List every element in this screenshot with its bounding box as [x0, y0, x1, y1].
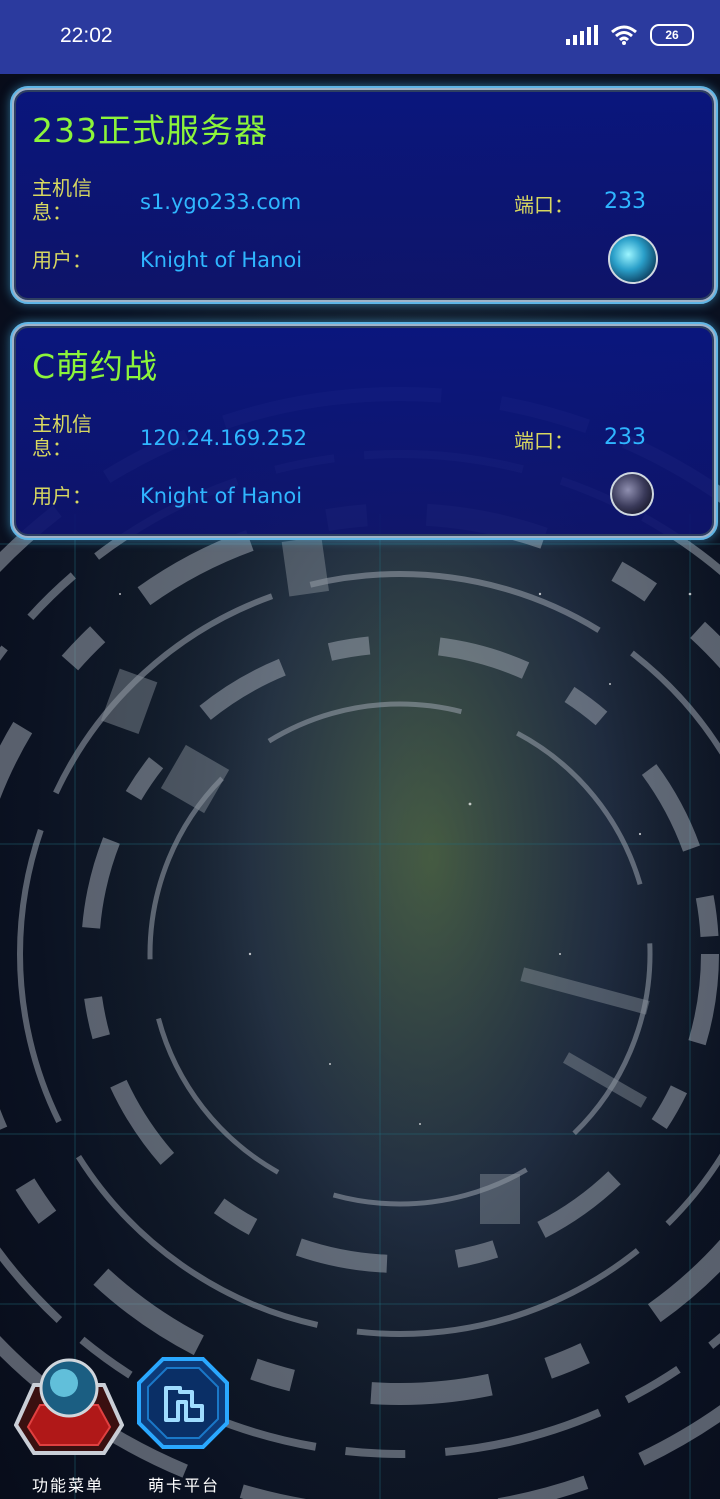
status-time: 22:02 [60, 24, 113, 47]
user-value: Knight of Hanoi [140, 484, 303, 508]
wifi-icon [611, 25, 637, 45]
menu-orb-icon [13, 1358, 125, 1455]
battery-icon: 26 [650, 24, 694, 46]
signal-icon [566, 25, 598, 45]
server-avatar-icon[interactable] [608, 234, 658, 284]
platform-icon [137, 1357, 229, 1449]
mycard-platform-label: 萌卡平台 [148, 1476, 221, 1495]
user-value: Knight of Hanoi [140, 248, 303, 272]
port-label: 端口： [514, 429, 574, 453]
server-name: C萌约战 [32, 347, 159, 386]
server-avatar-icon[interactable] [610, 472, 654, 516]
host-value: 120.24.169.252 [140, 426, 307, 450]
host-label: 主机信息： [32, 412, 92, 460]
server-card[interactable]: C萌约战 主机信息： 120.24.169.252 端口： 233 用户： Kn… [10, 322, 718, 540]
host-value: s1.ygo233.com [140, 190, 302, 214]
server-name: 233正式服务器 [32, 111, 268, 150]
user-label: 用户： [32, 248, 92, 272]
battery-level: 26 [665, 28, 679, 42]
mycard-platform-button[interactable] [136, 1356, 230, 1450]
port-value: 233 [604, 189, 646, 214]
status-bar: 22:02 26 [0, 0, 720, 74]
user-label: 用户： [32, 484, 92, 508]
port-value: 233 [604, 425, 646, 450]
status-icons: 26 [566, 24, 694, 46]
function-menu-button[interactable] [13, 1355, 125, 1465]
function-menu-label: 功能菜单 [32, 1476, 105, 1495]
server-card[interactable]: 233正式服务器 主机信息： s1.ygo233.com 端口： 233 用户：… [10, 86, 718, 304]
host-label: 主机信息： [32, 176, 92, 224]
port-label: 端口： [514, 193, 574, 217]
